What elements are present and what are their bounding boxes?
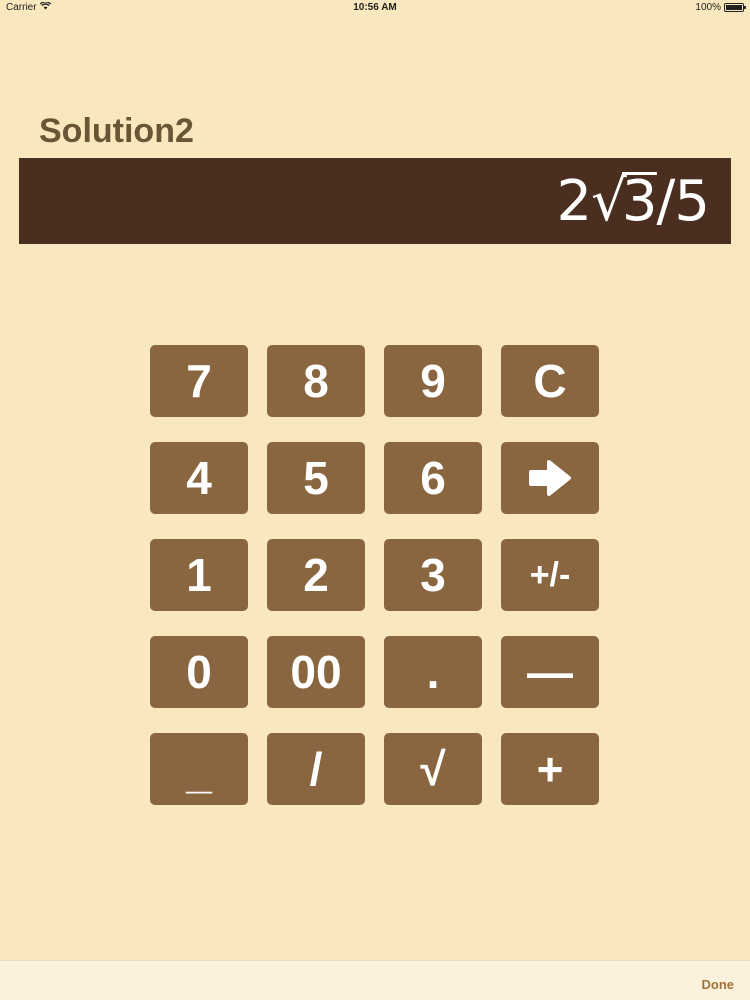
key-9[interactable]: 9 [384, 345, 482, 417]
display-coefficient: 2 [556, 168, 593, 234]
key-6[interactable]: 6 [384, 442, 482, 514]
key-plus-minus[interactable]: +/- [501, 539, 599, 611]
result-display: 2√3/5 [19, 158, 731, 244]
key-underscore[interactable]: _ [150, 733, 248, 805]
status-time: 10:56 AM [353, 2, 397, 13]
key-7[interactable]: 7 [150, 345, 248, 417]
key-sqrt[interactable]: √ [384, 733, 482, 805]
key-0[interactable]: 0 [150, 636, 248, 708]
key-plus[interactable]: + [501, 733, 599, 805]
key-5[interactable]: 5 [267, 442, 365, 514]
bottom-toolbar: Done [0, 960, 750, 1000]
key-fraction[interactable]: / [267, 733, 365, 805]
status-bar: Carrier 10:56 AM 100% [0, 0, 750, 16]
done-button[interactable]: Done [702, 977, 735, 992]
key-minus[interactable]: — [501, 636, 599, 708]
page-title: Solution2 [39, 112, 194, 150]
display-radicand: 3 [621, 168, 657, 234]
key-8[interactable]: 8 [267, 345, 365, 417]
battery-icon [724, 3, 746, 12]
arrow-right-icon [527, 458, 573, 498]
display-radical-sign: √ [591, 168, 627, 234]
key-1[interactable]: 1 [150, 539, 248, 611]
display-tail: /5 [656, 168, 710, 234]
display-value: 2√3/5 [556, 168, 710, 234]
key-4[interactable]: 4 [150, 442, 248, 514]
keypad: 7 8 9 C 4 5 6 1 2 3 +/- 0 00 . — _ / √ + [150, 345, 599, 805]
battery-percent: 100% [695, 2, 721, 13]
key-00[interactable]: 00 [267, 636, 365, 708]
key-3[interactable]: 3 [384, 539, 482, 611]
key-2[interactable]: 2 [267, 539, 365, 611]
key-decimal[interactable]: . [384, 636, 482, 708]
key-clear[interactable]: C [501, 345, 599, 417]
key-next[interactable] [501, 442, 599, 514]
battery-group: 100% [695, 2, 746, 13]
